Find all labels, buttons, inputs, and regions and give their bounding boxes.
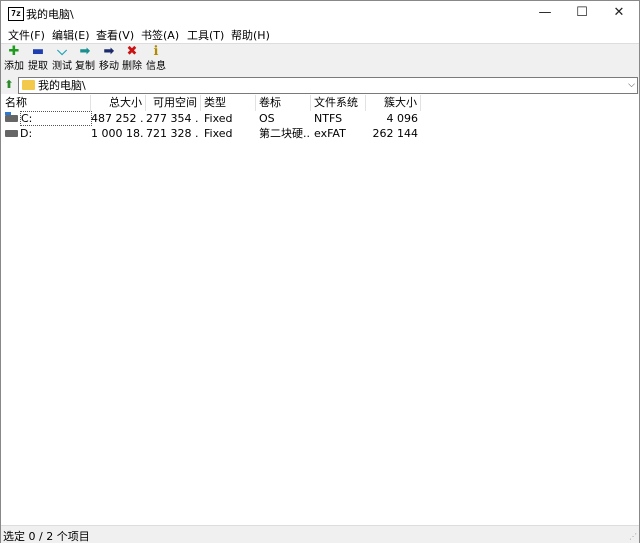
delete-label: 删除 [122, 61, 142, 72]
extract-label: 提取 [28, 61, 48, 72]
chevron-down-icon[interactable]: ⌵ [628, 78, 635, 93]
cell-free-space: 277 354 ... [146, 112, 198, 125]
column-header-name[interactable]: 名称 [5, 95, 91, 111]
resize-grip-icon[interactable]: ⋰ [629, 532, 637, 541]
menu-file[interactable]: 文件(F) [8, 27, 45, 43]
info-icon: ℹ [153, 44, 159, 59]
column-header-label: 总大小 [109, 96, 142, 109]
menu-view[interactable]: 查看(V) [96, 27, 134, 43]
copy-icon: ➡ [79, 44, 91, 59]
cell-file-system: exFAT [314, 127, 346, 140]
cell-type: Fixed [204, 127, 233, 140]
test-icon: ⌵ [57, 44, 67, 59]
windows-logo-icon [5, 112, 11, 115]
cell-free-space: 721 328 ... [146, 127, 198, 140]
move-label: 移动 [99, 61, 119, 72]
table-row[interactable]: D: 1 000 18... 721 328 ... Fixed 第二块硬...… [1, 126, 421, 141]
cell-cluster-size: 4 096 [386, 112, 419, 125]
window-title: 我的电脑\ [26, 8, 74, 21]
menu-edit[interactable]: 编辑(E) [52, 27, 90, 43]
address-path: 我的电脑\ [38, 79, 86, 92]
menu-help[interactable]: 帮助(H) [231, 27, 270, 43]
extract-button[interactable]: ▬ 提取 [26, 44, 50, 75]
column-header-volume-label[interactable]: 卷标 [256, 95, 311, 111]
info-label: 信息 [146, 61, 166, 72]
folder-icon [22, 80, 35, 90]
toolbar: ✚ 添加 ▬ 提取 ⌵ 测试 ➡ 复制 ➡ 移动 ✖ 删除 ℹ 信息 [1, 43, 639, 76]
cell-total-size: 1 000 18... [91, 127, 143, 140]
close-button[interactable]: ✕ [599, 1, 639, 25]
cell-cluster-size: 262 144 [372, 127, 419, 140]
up-folder-icon[interactable]: ⬆ [3, 78, 15, 92]
cell-total-size: 487 252 ... [91, 112, 143, 125]
main-window: 7z 我的电脑\ — ☐ ✕ 文件(F) 编辑(E) 查看(V) 书签(A) 工… [0, 0, 640, 543]
cell-volume-label: OS [259, 112, 275, 125]
maximize-button[interactable]: ☐ [562, 1, 602, 25]
copy-label: 复制 [75, 61, 95, 72]
copy-button[interactable]: ➡ 复制 [73, 44, 97, 75]
move-icon: ➡ [103, 44, 115, 59]
extract-icon: ▬ [31, 44, 45, 59]
title-bar[interactable]: 7z 我的电脑\ — ☐ ✕ [1, 1, 639, 25]
column-header-total-size[interactable]: 总大小 [91, 95, 146, 111]
address-field[interactable]: 我的电脑\ ⌵ [18, 77, 638, 94]
add-label: 添加 [4, 61, 24, 72]
test-button[interactable]: ⌵ 测试 [50, 44, 74, 75]
column-header-cluster-size[interactable]: 簇大小 [366, 95, 421, 111]
status-text: 选定 0 / 2 个项目 [3, 530, 90, 543]
info-button[interactable]: ℹ 信息 [144, 44, 168, 75]
column-header-label: 可用空间 [153, 96, 197, 109]
column-header-label: 簇大小 [384, 96, 417, 109]
column-header-label: 卷标 [259, 96, 281, 109]
menu-bookmarks[interactable]: 书签(A) [141, 27, 179, 43]
cell-name: C: [20, 111, 92, 126]
column-header-label: 文件系统 [314, 96, 358, 109]
menu-bar: 文件(F) 编辑(E) 查看(V) 书签(A) 工具(T) 帮助(H) [1, 25, 639, 43]
add-button[interactable]: ✚ 添加 [2, 44, 26, 75]
column-header-label: 名称 [5, 96, 27, 109]
minimize-button[interactable]: — [525, 1, 565, 25]
7zip-app-icon: 7z [8, 7, 24, 21]
status-bar: 选定 0 / 2 个项目 ⋰ [1, 525, 639, 543]
add-icon: ✚ [8, 44, 20, 59]
delete-icon: ✖ [126, 44, 138, 59]
file-list[interactable]: 名称 总大小 可用空间 类型 卷标 文件系统 簇大小 C: 487 252 ..… [1, 95, 639, 525]
address-bar: ⬆ 我的电脑\ ⌵ [1, 76, 639, 94]
column-header-type[interactable]: 类型 [201, 95, 256, 111]
column-header-file-system[interactable]: 文件系统 [311, 95, 366, 111]
drive-icon [5, 130, 18, 137]
system-drive-icon [5, 115, 18, 122]
move-button[interactable]: ➡ 移动 [97, 44, 121, 75]
cell-name: D: [20, 127, 33, 140]
column-header-label: 类型 [204, 96, 226, 109]
cell-volume-label: 第二块硬... [259, 127, 311, 140]
menu-tools[interactable]: 工具(T) [187, 27, 224, 43]
cell-type: Fixed [204, 112, 233, 125]
cell-file-system: NTFS [314, 112, 343, 125]
table-row[interactable]: C: 487 252 ... 277 354 ... Fixed OS NTFS… [1, 111, 421, 126]
delete-button[interactable]: ✖ 删除 [120, 44, 144, 75]
column-header-free-space[interactable]: 可用空间 [146, 95, 201, 111]
test-label: 测试 [52, 61, 72, 72]
